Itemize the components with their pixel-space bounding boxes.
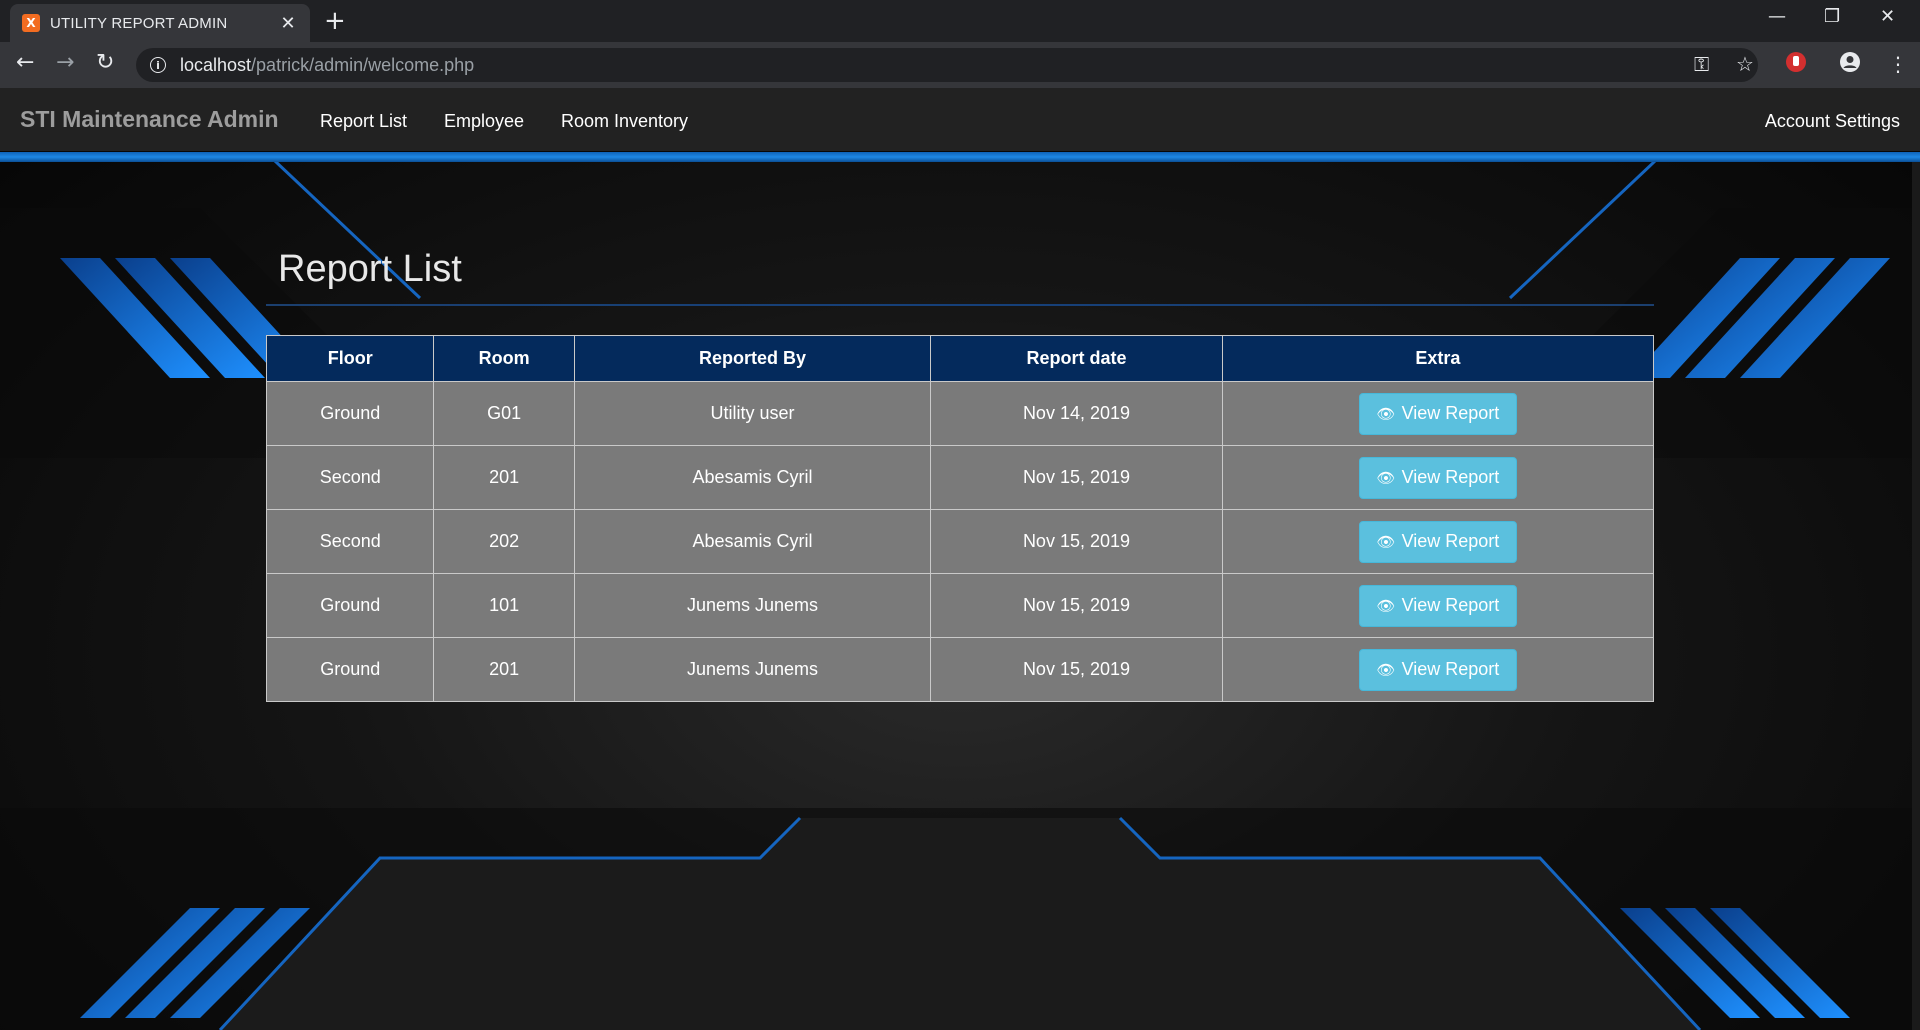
header-room: Room — [433, 335, 575, 382]
table-row: Ground G01 Utility user Nov 14, 2019 👁 Vi… — [265, 381, 1655, 446]
header-floor: Floor — [265, 335, 435, 382]
cell-report-date: Nov 15, 2019 — [930, 573, 1223, 638]
cell-room: 201 — [433, 637, 575, 702]
cell-room: 101 — [433, 573, 575, 638]
view-report-label: View Report — [1401, 531, 1500, 551]
view-report-label: View Report — [1401, 403, 1500, 423]
cell-floor: Ground — [265, 637, 435, 702]
cell-room: 201 — [433, 445, 575, 510]
cell-floor: Ground — [265, 381, 435, 446]
cell-extra: 👁 View Report — [1221, 573, 1655, 638]
heading-divider — [266, 304, 1654, 306]
view-report-button[interactable]: 👁 View Report — [1358, 456, 1518, 499]
eye-icon: 👁 — [1376, 468, 1396, 487]
star-icon[interactable]: ☆ — [1736, 52, 1754, 76]
table-row: Second 202 Abesamis Cyril Nov 15, 2019 👁… — [265, 509, 1655, 574]
view-report-button[interactable]: 👁 View Report — [1358, 520, 1518, 563]
favicon-icon: X — [22, 14, 40, 32]
eye-icon: 👁 — [1376, 532, 1396, 551]
cell-extra: 👁 View Report — [1221, 637, 1655, 702]
view-report-label: View Report — [1401, 659, 1500, 679]
info-icon[interactable]: i — [150, 57, 166, 73]
new-tab-icon[interactable]: + — [324, 6, 346, 36]
minimize-icon[interactable]: — — [1768, 6, 1786, 27]
forward-arrow-icon[interactable]: → — [56, 50, 74, 75]
browser-tabstrip: X UTILITY REPORT ADMIN ✕ + — ❐ ✕ — [0, 0, 1920, 42]
table-row: Ground 201 Junems Junems Nov 15, 2019 👁 V… — [265, 637, 1655, 702]
eye-icon: 👁 — [1376, 596, 1396, 615]
header-reported-by: Reported By — [573, 335, 932, 382]
key-icon[interactable]: ⚿ — [1694, 52, 1709, 76]
cell-report-date: Nov 15, 2019 — [930, 509, 1223, 574]
cell-report-date: Nov 14, 2019 — [930, 381, 1223, 446]
header-extra: Extra — [1221, 335, 1655, 382]
cell-room: 202 — [433, 509, 575, 574]
reload-icon[interactable]: ↻ — [96, 50, 114, 75]
nav-account-settings[interactable]: Account Settings — [1765, 111, 1900, 132]
header-report-date: Report date — [930, 335, 1223, 382]
cell-reported-by: Abesamis Cyril — [573, 509, 932, 574]
close-window-icon[interactable]: ✕ — [1880, 6, 1895, 27]
cell-reported-by: Junems Junems — [573, 637, 932, 702]
cell-floor: Second — [265, 509, 435, 574]
restore-icon[interactable]: ❐ — [1824, 6, 1840, 27]
cell-extra: 👁 View Report — [1221, 509, 1655, 574]
eye-icon: 👁 — [1376, 404, 1396, 423]
table-header-row: Floor Room Reported By Report date Extra — [265, 335, 1655, 382]
url-host: localhost — [180, 54, 252, 75]
cell-floor: Ground — [265, 573, 435, 638]
eye-icon: 👁 — [1376, 660, 1396, 679]
close-tab-icon[interactable]: ✕ — [278, 13, 298, 34]
view-report-button[interactable]: 👁 View Report — [1358, 584, 1518, 627]
cell-extra: 👁 View Report — [1221, 445, 1655, 510]
nav-employee[interactable]: Employee — [444, 111, 524, 132]
cell-report-date: Nov 15, 2019 — [930, 637, 1223, 702]
cell-extra: 👁 View Report — [1221, 381, 1655, 446]
cell-room: G01 — [433, 381, 575, 446]
browser-toolbar: ← → ↻ i localhost/patrick/admin/welcome.… — [0, 42, 1920, 88]
table-row: Second 201 Abesamis Cyril Nov 15, 2019 👁… — [265, 445, 1655, 510]
view-report-button[interactable]: 👁 View Report — [1358, 392, 1518, 435]
account-icon[interactable] — [1838, 50, 1862, 79]
cell-reported-by: Utility user — [573, 381, 932, 446]
url-path: /patrick/admin/welcome.php — [251, 54, 475, 75]
nav-room-inventory[interactable]: Room Inventory — [561, 111, 688, 132]
address-bar[interactable]: i localhost/patrick/admin/welcome.php — [136, 48, 1758, 82]
tab-title: UTILITY REPORT ADMIN — [50, 14, 228, 32]
brand-link[interactable]: STI Maintenance Admin — [20, 106, 279, 133]
report-table: Floor Room Reported By Report date Extra… — [265, 335, 1655, 702]
back-arrow-icon[interactable]: ← — [16, 50, 34, 75]
nav-report-list[interactable]: Report List — [320, 111, 407, 132]
view-report-label: View Report — [1401, 595, 1500, 615]
table-row: Ground 101 Junems Junems Nov 15, 2019 👁 V… — [265, 573, 1655, 638]
cell-reported-by: Junems Junems — [573, 573, 932, 638]
navbar-accent-stripe — [0, 152, 1920, 162]
page-title: Report List — [278, 248, 462, 290]
view-report-button[interactable]: 👁 View Report — [1358, 648, 1518, 691]
cell-reported-by: Abesamis Cyril — [573, 445, 932, 510]
menu-icon[interactable]: ⋮ — [1888, 52, 1908, 76]
cell-floor: Second — [265, 445, 435, 510]
view-report-label: View Report — [1401, 467, 1500, 487]
page-viewport: STI Maintenance Admin Report List Employ… — [0, 88, 1920, 1030]
browser-tab[interactable]: X UTILITY REPORT ADMIN ✕ — [10, 4, 310, 42]
extension-icon[interactable] — [1784, 50, 1808, 79]
cell-report-date: Nov 15, 2019 — [930, 445, 1223, 510]
top-navbar: STI Maintenance Admin Report List Employ… — [0, 88, 1920, 152]
